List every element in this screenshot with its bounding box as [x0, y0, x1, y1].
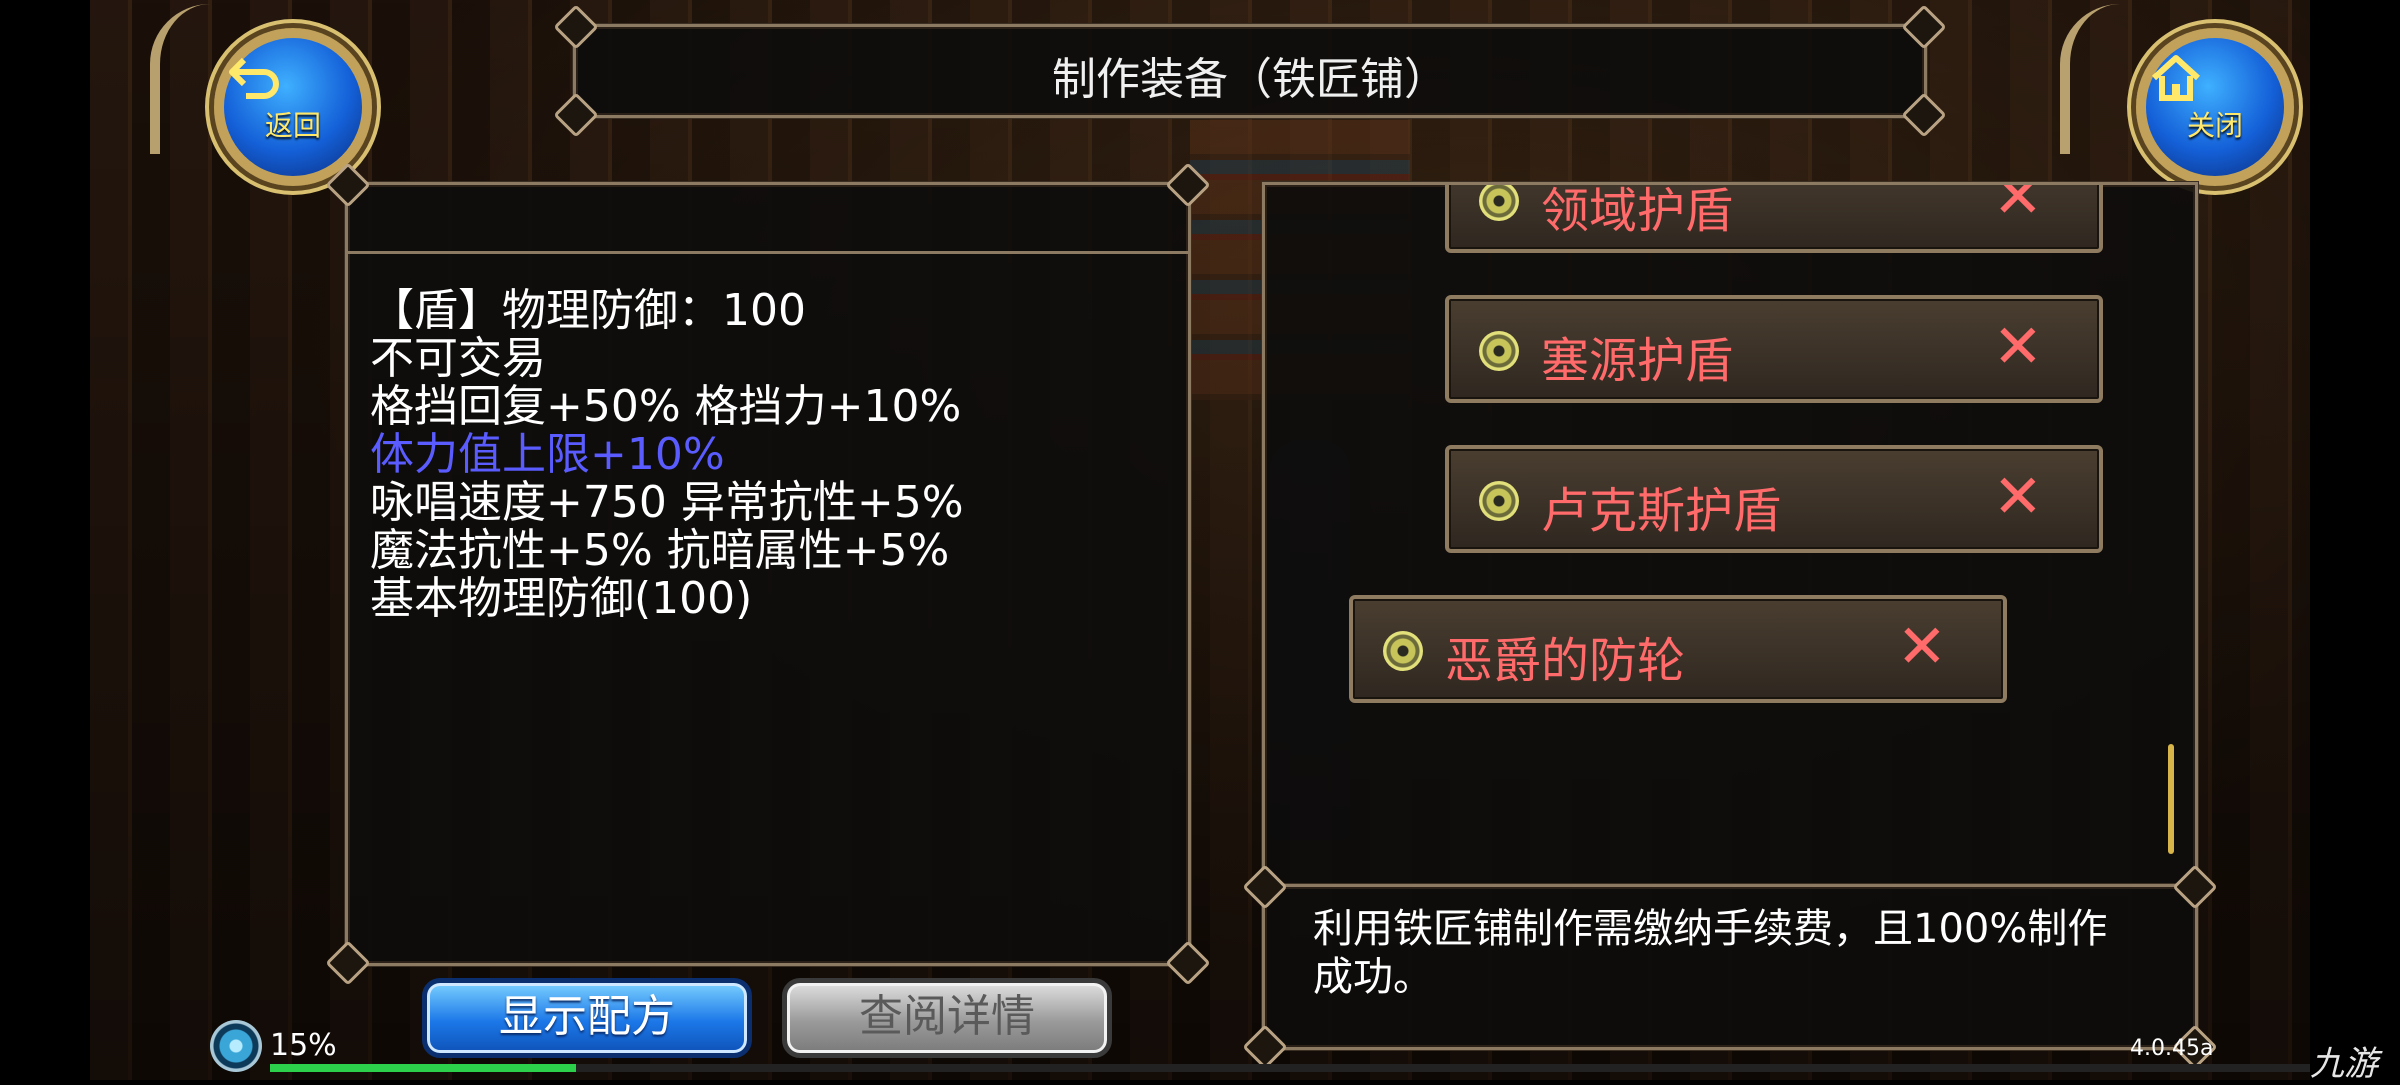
info-text: 利用铁匠铺制作需缴纳手续费，且100%制作成功。 [1313, 906, 2108, 1000]
shield-icon [1479, 481, 1519, 521]
close-icon: ✕ [1992, 462, 2043, 532]
stat-line: 格挡回复+50% 格挡力+10% [370, 381, 962, 432]
info-panel: 利用铁匠铺制作需缴纳手续费，且100%制作成功。 [1242, 864, 2218, 1070]
item-detail-header [348, 185, 1188, 254]
stat-line: 【盾】物理防御：100 [370, 285, 806, 336]
exp-bar [270, 1064, 2310, 1072]
close-icon: ✕ [1992, 312, 2043, 382]
item-detail-panel: 【盾】物理防御：100 不可交易 格挡回复+50% 格挡力+10% 体力值上限+… [325, 162, 1211, 986]
watermark: 九游 [2310, 1044, 2378, 1084]
back-button-label: 返回 [264, 109, 321, 142]
equipment-name: 领域护盾 [1541, 183, 1734, 239]
home-icon [2151, 55, 2201, 101]
close-button-label: 关闭 [2186, 109, 2243, 142]
equipment-name: 卢克斯护盾 [1541, 483, 1782, 539]
stat-line: 不可交易 [370, 333, 546, 384]
exp-bar-fill [270, 1064, 576, 1072]
shield-icon [1383, 631, 1423, 671]
stat-line: 魔法抗性+5% 抗暗属性+5% [370, 525, 950, 576]
close-icon: ✕ [1896, 612, 1947, 682]
equipment-list-panel[interactable]: 领域护盾 ✕ 塞源护盾 ✕ 卢克斯护盾 ✕ 恶爵的防轮 ✕ [1262, 182, 2198, 888]
page-title: 制作装备（铁匠铺） [1052, 54, 1448, 105]
version-label: 4.0.45a [2130, 1036, 2214, 1061]
list-item-equipment[interactable]: 领域护盾 ✕ [1445, 182, 2103, 253]
close-button[interactable]: 关闭 [2136, 28, 2294, 186]
item-stats: 【盾】物理防御：100 不可交易 格挡回复+50% 格挡力+10% 体力值上限+… [370, 287, 964, 623]
back-arrow-icon [229, 57, 279, 99]
list-item-equipment[interactable]: 塞源护盾 ✕ [1445, 295, 2103, 403]
stat-line-highlight: 体力值上限+10% [370, 429, 725, 480]
stat-line: 咏唱速度+750 异常抗性+5% [370, 477, 964, 528]
list-item-equipment[interactable]: 卢克斯护盾 ✕ [1445, 445, 2103, 553]
back-button[interactable]: 返回 [214, 28, 372, 186]
exp-orb-icon [210, 1020, 262, 1072]
shield-icon [1479, 331, 1519, 371]
stat-line: 基本物理防御(100) [370, 573, 753, 624]
equipment-name: 塞源护盾 [1541, 333, 1734, 389]
show-recipe-button[interactable]: 显示配方 [422, 978, 752, 1058]
list-scrollbar[interactable] [2168, 744, 2174, 854]
title-bar: 制作装备（铁匠铺） [553, 4, 1947, 138]
view-details-button[interactable]: 查阅详情 [782, 978, 1112, 1058]
close-icon: ✕ [1992, 182, 2043, 232]
equipment-name: 恶爵的防轮 [1445, 633, 1686, 689]
exp-percent: 15% [270, 1028, 337, 1063]
list-item-equipment-selected[interactable]: 恶爵的防轮 ✕ [1349, 595, 2007, 703]
shield-icon [1479, 185, 1519, 221]
